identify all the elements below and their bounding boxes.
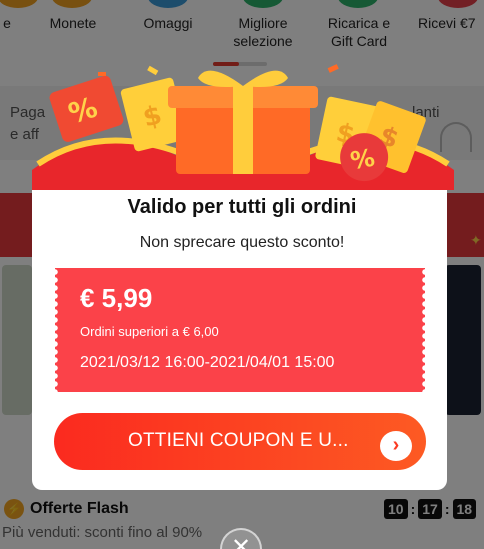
svg-text:%: %	[348, 144, 377, 176]
modal-title: Valido per tutti gli ordini	[127, 196, 357, 218]
coupon-validity: 2021/03/12 16:00-2021/04/01 15:00	[80, 354, 335, 371]
coupon-min-order: Ordini superiori a € 6,00	[80, 324, 219, 339]
chevron-right-icon[interactable]: ›	[380, 431, 412, 461]
coupon-amount: € 5,99	[80, 283, 153, 313]
get-coupon-label[interactable]: OTTIENI COUPON E U...	[128, 430, 349, 452]
modal-subtitle: Non sprecare questo sconto!	[139, 234, 345, 251]
gift-banner-illustration: % $ $ $ %	[32, 64, 454, 190]
